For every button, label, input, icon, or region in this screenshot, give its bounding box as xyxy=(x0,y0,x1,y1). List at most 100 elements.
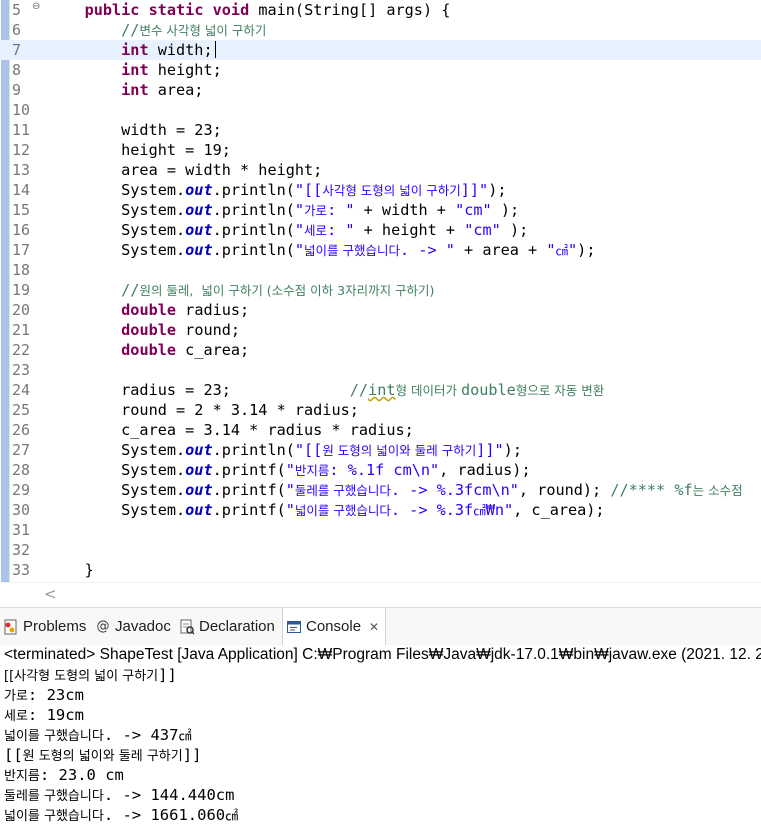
code-line[interactable]: 25 round = 2 * 3.14 * radius; xyxy=(0,400,761,420)
code-text[interactable]: int width; xyxy=(48,40,216,60)
code-token: area; xyxy=(148,81,204,99)
code-token: .println( xyxy=(212,201,295,219)
code-text[interactable]: //원의 둘레, 넓이 구하기 (소수점 이하 3자리까지 구하기) xyxy=(48,280,434,300)
code-line[interactable]: 11 width = 23; xyxy=(0,120,761,140)
tab-label: Console xyxy=(306,618,362,635)
code-text[interactable]: int height; xyxy=(48,60,222,80)
code-token: radius; xyxy=(176,301,250,319)
code-text[interactable]: System.out.println("가로: " + width + "cm"… xyxy=(48,200,519,220)
code-text[interactable]: c_area = 3.14 * radius * radius; xyxy=(48,420,414,440)
console-text: . -> 437 xyxy=(103,726,179,744)
javadoc-icon: @ xyxy=(96,618,110,634)
code-text[interactable]: radius = 23; //int형 데이터가 double형으로 자동 변환 xyxy=(48,380,604,400)
code-text[interactable]: System.out.printf("둘레를 구했습니다. -> %.3fcm\… xyxy=(48,480,742,500)
code-line[interactable]: 12 height = 19; xyxy=(0,140,761,160)
console-output-line: 둘레를 구했습니다. -> 144.440cm xyxy=(4,785,234,805)
code-text[interactable]: double c_area; xyxy=(48,340,249,360)
console-output-line: 넓이를 구했습니다. -> 1661.060㎠ xyxy=(4,805,238,825)
code-text[interactable]: height = 19; xyxy=(48,140,231,160)
code-line[interactable]: 14 System.out.println("[[사각형 도형의 넓이 구하기]… xyxy=(0,180,761,200)
line-number: 31 xyxy=(12,521,31,539)
code-token: ); xyxy=(503,441,522,459)
code-line[interactable]: 5 ⊖ public static void main(String[] args… xyxy=(0,0,761,20)
code-text[interactable]: double round; xyxy=(48,320,240,340)
code-line[interactable]: 13 area = width * height; xyxy=(0,160,761,180)
code-line[interactable]: 33 } xyxy=(0,560,761,580)
code-text[interactable]: public static void main(String[] args) { xyxy=(48,0,451,20)
code-text[interactable]: System.out.println("[[원 도형의 넓이와 둘레 구하기]]… xyxy=(48,440,522,460)
code-line[interactable]: 16 System.out.println("세로: " + height + … xyxy=(0,220,761,240)
code-text[interactable]: int area; xyxy=(48,80,203,100)
code-text[interactable]: System.out.printf("반지름: %.1f cm\n", radi… xyxy=(48,460,530,480)
code-token: height; xyxy=(148,61,222,79)
code-line[interactable]: 7 int width; xyxy=(0,40,761,60)
code-token: : " xyxy=(327,221,355,239)
code-line[interactable]: 26 c_area = 3.14 * radius * radius; xyxy=(0,420,761,440)
code-token: 형 데이터가 xyxy=(395,383,461,398)
line-number: 33 xyxy=(12,561,31,579)
code-line[interactable]: 20 double radius; xyxy=(0,300,761,320)
code-line[interactable]: 17 System.out.println("넓이를 구했습니다. -> " +… xyxy=(0,240,761,260)
horizontal-scrollbar[interactable]: < xyxy=(0,582,761,607)
code-token: out xyxy=(185,181,213,199)
code-text[interactable]: //변수 사각형 넓이 구하기 xyxy=(48,20,266,40)
close-icon[interactable]: ✕ xyxy=(369,620,379,634)
code-token: // xyxy=(121,281,140,299)
tab-javadoc[interactable]: @ Javadoc xyxy=(92,608,177,645)
code-line[interactable]: 8 int height; xyxy=(0,60,761,80)
code-line[interactable]: 19 //원의 둘레, 넓이 구하기 (소수점 이하 3자리까지 구하기) xyxy=(0,280,761,300)
code-line[interactable]: 27 System.out.println("[[원 도형의 넓이와 둘레 구하… xyxy=(0,440,761,460)
code-line[interactable]: 30 System.out.printf("넓이를 구했습니다. -> %.3f… xyxy=(0,500,761,520)
console-text: ㎠ xyxy=(178,729,192,744)
code-line[interactable]: 6 //변수 사각형 넓이 구하기 xyxy=(0,20,761,40)
tab-declaration[interactable]: Declaration xyxy=(176,608,281,645)
code-token: , c_area); xyxy=(513,501,605,519)
code-text[interactable]: double radius; xyxy=(48,300,249,320)
line-number: 21 xyxy=(12,321,31,339)
code-line[interactable]: 22 double c_area; xyxy=(0,340,761,360)
code-token: int xyxy=(121,61,149,79)
fold-collapse-icon[interactable]: ⊖ xyxy=(32,1,40,12)
console-view[interactable]: <terminated> ShapeTest [Java Application… xyxy=(0,645,761,833)
code-line[interactable]: 18 xyxy=(0,260,761,280)
code-line[interactable]: 23 xyxy=(0,360,761,380)
code-line[interactable]: 15 System.out.println("가로: " + width + "… xyxy=(0,200,761,220)
code-text[interactable]: width = 23; xyxy=(48,120,222,140)
code-token: System. xyxy=(48,181,186,199)
console-output-line: [[사각형 도형의 넓이 구하기]] xyxy=(4,665,177,685)
console-text: 둘레를 구했습니다 xyxy=(4,789,104,804)
code-line[interactable]: 21 double round; xyxy=(0,320,761,340)
code-text[interactable]: System.out.println("세로: " + height + "cm… xyxy=(48,220,528,240)
code-token: " xyxy=(546,241,556,259)
code-token: 형으로 자동 변환 xyxy=(515,383,605,398)
code-text[interactable]: round = 2 * 3.14 * radius; xyxy=(48,400,359,420)
line-number: 7 xyxy=(12,41,22,59)
code-text[interactable]: System.out.println("[[사각형 도형의 넓이 구하기]]")… xyxy=(48,180,506,200)
code-token: + area + xyxy=(454,241,547,259)
code-line[interactable]: 29 System.out.printf("둘레를 구했습니다. -> %.3f… xyxy=(0,480,761,500)
tab-console[interactable]: Console ✕ xyxy=(282,608,387,645)
code-text[interactable]: System.out.println("넓이를 구했습니다. -> " + ar… xyxy=(48,240,595,260)
code-line[interactable]: 31 xyxy=(0,520,761,540)
line-number: 12 xyxy=(12,141,31,159)
tab-problems[interactable]: Problems xyxy=(0,608,92,645)
code-token: ]]" xyxy=(460,181,489,199)
code-line[interactable]: 9 int area; xyxy=(0,80,761,100)
line-number: 28 xyxy=(12,461,31,479)
code-text[interactable]: System.out.printf("넓이를 구했습니다. -> %.3f㎠₩n… xyxy=(48,500,605,520)
line-number: 16 xyxy=(12,221,31,239)
code-editor[interactable]: 5 ⊖ public static void main(String[] args… xyxy=(0,0,761,582)
code-token: " xyxy=(294,201,305,219)
line-number: 20 xyxy=(12,301,31,319)
code-line[interactable]: 32 xyxy=(0,540,761,560)
code-line[interactable]: 10 xyxy=(0,100,761,120)
code-text[interactable]: } xyxy=(48,560,94,580)
code-line[interactable]: 24 radius = 23; //int형 데이터가 double형으로 자동… xyxy=(0,380,761,400)
code-text[interactable]: area = width * height; xyxy=(48,160,322,180)
code-token: out xyxy=(185,461,213,479)
code-line[interactable]: 28 System.out.printf("반지름: %.1f cm\n", r… xyxy=(0,460,761,480)
scroll-left-arrow-icon[interactable]: < xyxy=(44,585,57,603)
code-token: . -> %.3f xyxy=(390,501,474,519)
